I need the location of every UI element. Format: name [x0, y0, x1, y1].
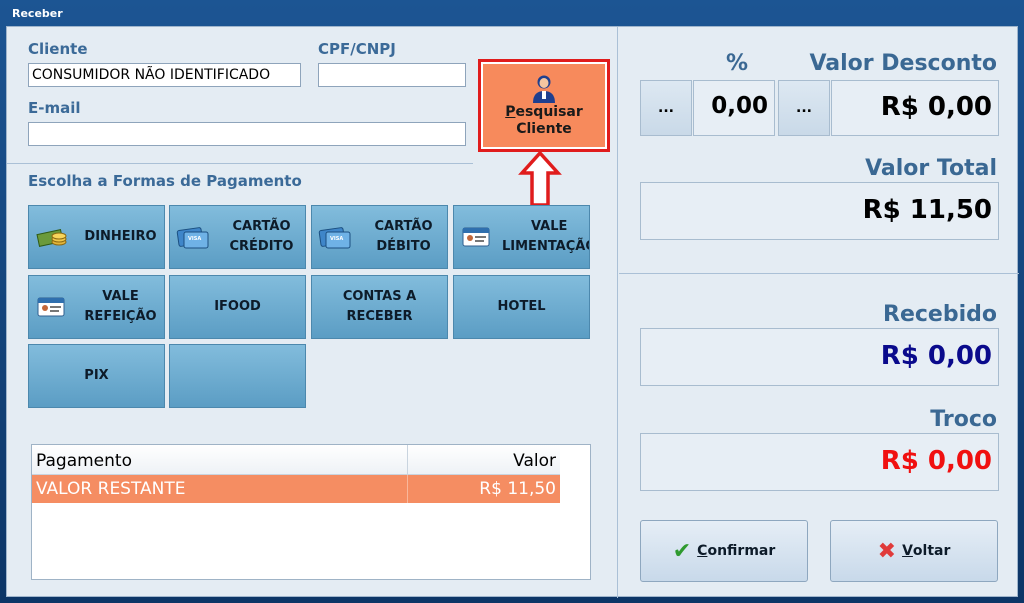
payment-receivables-line2: RECEBER	[346, 309, 413, 324]
discount-percent-value[interactable]: 0,00	[693, 80, 775, 136]
back-button[interactable]: ✖ Voltar	[830, 520, 998, 582]
total-value: R$ 11,50	[640, 182, 999, 240]
payment-debit-card-button[interactable]: VISA CARTÃO DÉBITO	[311, 205, 448, 269]
payment-empty-button[interactable]	[169, 344, 306, 408]
confirm-button[interactable]: ✔ Confirmar	[640, 520, 808, 582]
payment-pix-label: PIX	[84, 368, 109, 383]
svg-text:VISA: VISA	[330, 236, 343, 242]
search-button-label1: esquisar	[515, 103, 583, 120]
payment-credit-line1: CARTÃO	[232, 219, 291, 234]
table-header: Pagamento Valor	[32, 445, 560, 475]
payment-cash-button[interactable]: DINHEIRO	[28, 205, 165, 269]
payment-ifood-label: IFOOD	[214, 299, 261, 314]
payment-alimentacao-line2: LIMENTAÇÃO	[502, 239, 590, 254]
payment-pix-button[interactable]: PIX	[28, 344, 165, 408]
svg-text:VISA: VISA	[188, 236, 201, 242]
discount-percent-label: %	[725, 51, 749, 76]
row-pagamento: VALOR RESTANTE	[32, 475, 408, 503]
payment-debit-line2: DÉBITO	[376, 239, 431, 254]
voucher-card-icon	[37, 297, 65, 317]
search-button-underlined: P	[505, 103, 516, 120]
discount-value-button[interactable]: ...	[778, 80, 830, 136]
payment-receivables-button[interactable]: CONTAS A RECEBER	[311, 275, 448, 339]
cpf-input[interactable]	[318, 63, 466, 87]
back-underlined: V	[902, 543, 913, 559]
payment-cash-label: DINHEIRO	[84, 229, 157, 244]
vertical-divider	[617, 27, 618, 598]
search-customer-button[interactable]: Pesquisar Cliente	[478, 59, 610, 152]
payment-alimentacao-line1: VALE	[530, 219, 568, 234]
payments-table: Pagamento Valor VALOR RESTANTE R$ 11,50	[31, 444, 591, 580]
payment-debit-line1: CARTÃO	[374, 219, 433, 234]
payment-receivables-line1: CONTAS A	[342, 289, 417, 304]
column-header-pagamento[interactable]: Pagamento	[32, 445, 408, 475]
window-title: Receber	[12, 7, 63, 20]
right-divider	[619, 273, 1019, 274]
change-label: Troco	[930, 407, 997, 432]
email-input[interactable]	[28, 122, 466, 146]
received-label: Recebido	[883, 302, 997, 327]
voucher-card-icon	[462, 227, 490, 247]
cpf-label: CPF/CNPJ	[318, 40, 396, 58]
check-icon: ✔	[672, 538, 692, 564]
payment-refeicao-line2: REFEIÇÃO	[84, 309, 157, 324]
search-button-label2: Cliente	[516, 120, 572, 137]
arrow-up-icon	[518, 151, 562, 207]
credit-card-icon: VISA	[176, 227, 209, 249]
ellipsis-label: ...	[796, 100, 812, 116]
window-client-area: Cliente CONSUMIDOR NÃO IDENTIFICADO CPF/…	[6, 26, 1019, 598]
table-scroll-area	[560, 445, 590, 579]
discount-value-label: Valor Desconto	[809, 51, 997, 76]
confirm-underlined: C	[697, 543, 708, 559]
received-value[interactable]: R$ 0,00	[640, 328, 999, 386]
cliente-label: Cliente	[28, 40, 88, 58]
payment-meal-refeicao-button[interactable]: VALE REFEIÇÃO	[28, 275, 165, 339]
payment-hotel-label: HOTEL	[497, 299, 546, 314]
email-label: E-mail	[28, 99, 81, 117]
row-valor: R$ 11,50	[479, 479, 556, 499]
column-header-valor[interactable]: Valor	[409, 445, 560, 475]
ellipsis-label: ...	[658, 100, 674, 116]
discount-value-field[interactable]: R$ 0,00	[831, 80, 999, 136]
receber-window: Receber Cliente CONSUMIDOR NÃO IDENTIFIC…	[0, 0, 1024, 603]
payment-meal-voucher-button[interactable]: VALE LIMENTAÇÃO	[453, 205, 590, 269]
payment-credit-line2: CRÉDITO	[229, 239, 294, 254]
payment-refeicao-line1: VALE	[102, 289, 139, 304]
total-label: Valor Total	[865, 156, 997, 181]
discount-percent-button[interactable]: ...	[640, 80, 692, 136]
confirm-label: onfirmar	[707, 543, 776, 559]
table-row[interactable]: VALOR RESTANTE R$ 11,50	[32, 475, 560, 503]
debit-card-icon: VISA	[318, 227, 351, 249]
payment-credit-card-button[interactable]: VISA CARTÃO CRÉDITO	[169, 205, 306, 269]
section-divider	[7, 163, 473, 164]
close-icon: ✖	[877, 538, 897, 564]
payment-hotel-button[interactable]: HOTEL	[453, 275, 590, 339]
customer-icon	[533, 75, 555, 103]
payment-section-title: Escolha a Formas de Pagamento	[28, 172, 302, 190]
payment-ifood-button[interactable]: IFOOD	[169, 275, 306, 339]
back-label: oltar	[912, 543, 951, 559]
change-value: R$ 0,00	[640, 433, 999, 491]
cliente-input[interactable]: CONSUMIDOR NÃO IDENTIFICADO	[28, 63, 301, 87]
cash-icon	[36, 229, 67, 247]
